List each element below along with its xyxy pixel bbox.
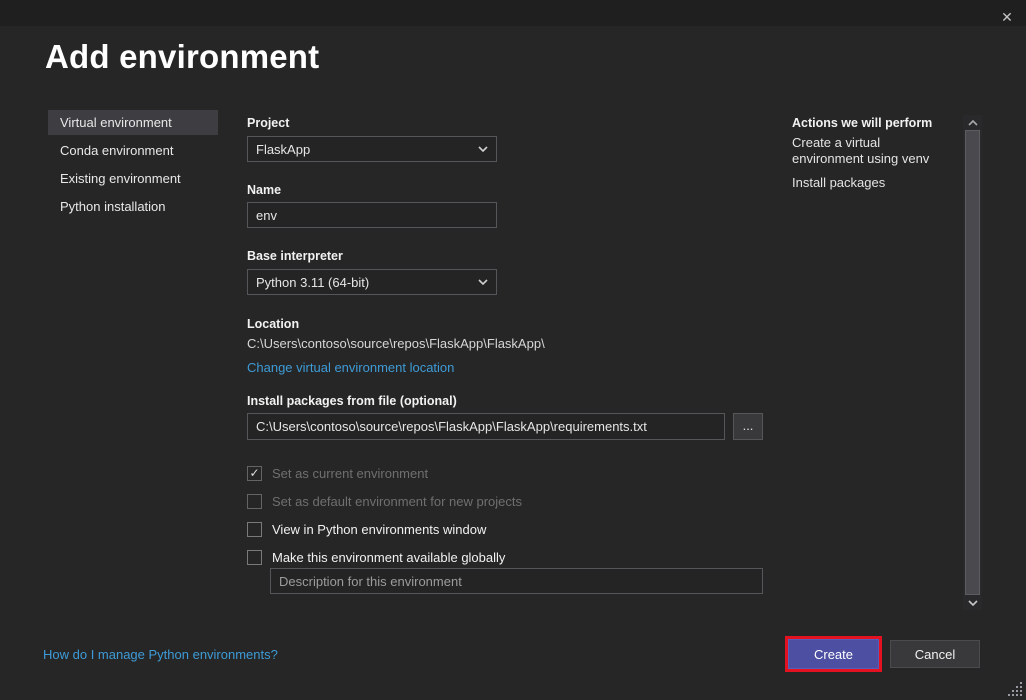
description-input[interactable]: [270, 568, 763, 594]
add-environment-dialog: ✕ Add environment Virtual environment Co…: [0, 0, 1026, 700]
sidebar-item-virtual-environment[interactable]: Virtual environment: [48, 110, 218, 135]
sidebar-item-conda-environment[interactable]: Conda environment: [48, 138, 218, 163]
sidebar-item-python-installation[interactable]: Python installation: [48, 194, 218, 219]
checkbox-row-set-current: ✓ Set as current environment: [247, 464, 428, 482]
cancel-button[interactable]: Cancel: [890, 640, 980, 668]
checkbox-label: Make this environment available globally: [272, 550, 505, 565]
project-dropdown[interactable]: FlaskApp: [247, 136, 497, 162]
install-packages-label: Install packages from file (optional): [247, 394, 457, 408]
actions-panel: Actions we will perform Create a virtual…: [792, 116, 952, 199]
project-dropdown-value: FlaskApp: [256, 142, 310, 157]
location-path: C:\Users\contoso\source\repos\FlaskApp\F…: [247, 336, 545, 351]
view-environments-checkbox[interactable]: [247, 522, 262, 537]
environment-type-sidebar: Virtual environment Conda environment Ex…: [48, 110, 218, 222]
chevron-down-icon: [478, 279, 488, 285]
change-location-link[interactable]: Change virtual environment location: [247, 360, 454, 375]
resize-grip-icon[interactable]: [1008, 682, 1023, 697]
name-input[interactable]: [247, 202, 497, 228]
checkbox-label: Set as current environment: [272, 466, 428, 481]
actions-panel-item: Create a virtual environment using venv: [792, 135, 952, 167]
name-label: Name: [247, 183, 281, 197]
create-button-highlight: Create: [785, 636, 882, 672]
scroll-up-icon[interactable]: [963, 115, 982, 130]
create-button[interactable]: Create: [788, 639, 879, 669]
scroll-down-icon[interactable]: [963, 595, 982, 610]
manage-environments-help-link[interactable]: How do I manage Python environments?: [43, 647, 278, 662]
base-interpreter-label: Base interpreter: [247, 249, 343, 263]
checkmark-icon: ✓: [249, 467, 259, 480]
available-globally-checkbox[interactable]: [247, 550, 262, 565]
base-interpreter-dropdown-value: Python 3.11 (64-bit): [256, 275, 369, 290]
actions-panel-title: Actions we will perform: [792, 116, 952, 130]
install-packages-input[interactable]: [247, 413, 725, 440]
browse-button[interactable]: ...: [733, 413, 763, 440]
base-interpreter-dropdown[interactable]: Python 3.11 (64-bit): [247, 269, 497, 295]
page-title: Add environment: [45, 38, 319, 76]
dialog-titlebar: [0, 0, 1026, 26]
set-current-checkbox[interactable]: ✓: [247, 466, 262, 481]
checkbox-row-view-environments: View in Python environments window: [247, 520, 486, 538]
checkbox-label: View in Python environments window: [272, 522, 486, 537]
sidebar-item-existing-environment[interactable]: Existing environment: [48, 166, 218, 191]
set-default-checkbox[interactable]: [247, 494, 262, 509]
checkbox-label: Set as default environment for new proje…: [272, 494, 522, 509]
checkbox-row-set-default: Set as default environment for new proje…: [247, 492, 522, 510]
close-icon[interactable]: ✕: [996, 7, 1018, 27]
scrollbar-thumb[interactable]: [965, 130, 980, 595]
location-label: Location: [247, 317, 299, 331]
chevron-down-icon: [478, 146, 488, 152]
actions-scrollbar[interactable]: [963, 115, 982, 610]
checkbox-row-available-globally: Make this environment available globally: [247, 548, 505, 566]
actions-panel-item: Install packages: [792, 175, 952, 191]
project-label: Project: [247, 116, 289, 130]
